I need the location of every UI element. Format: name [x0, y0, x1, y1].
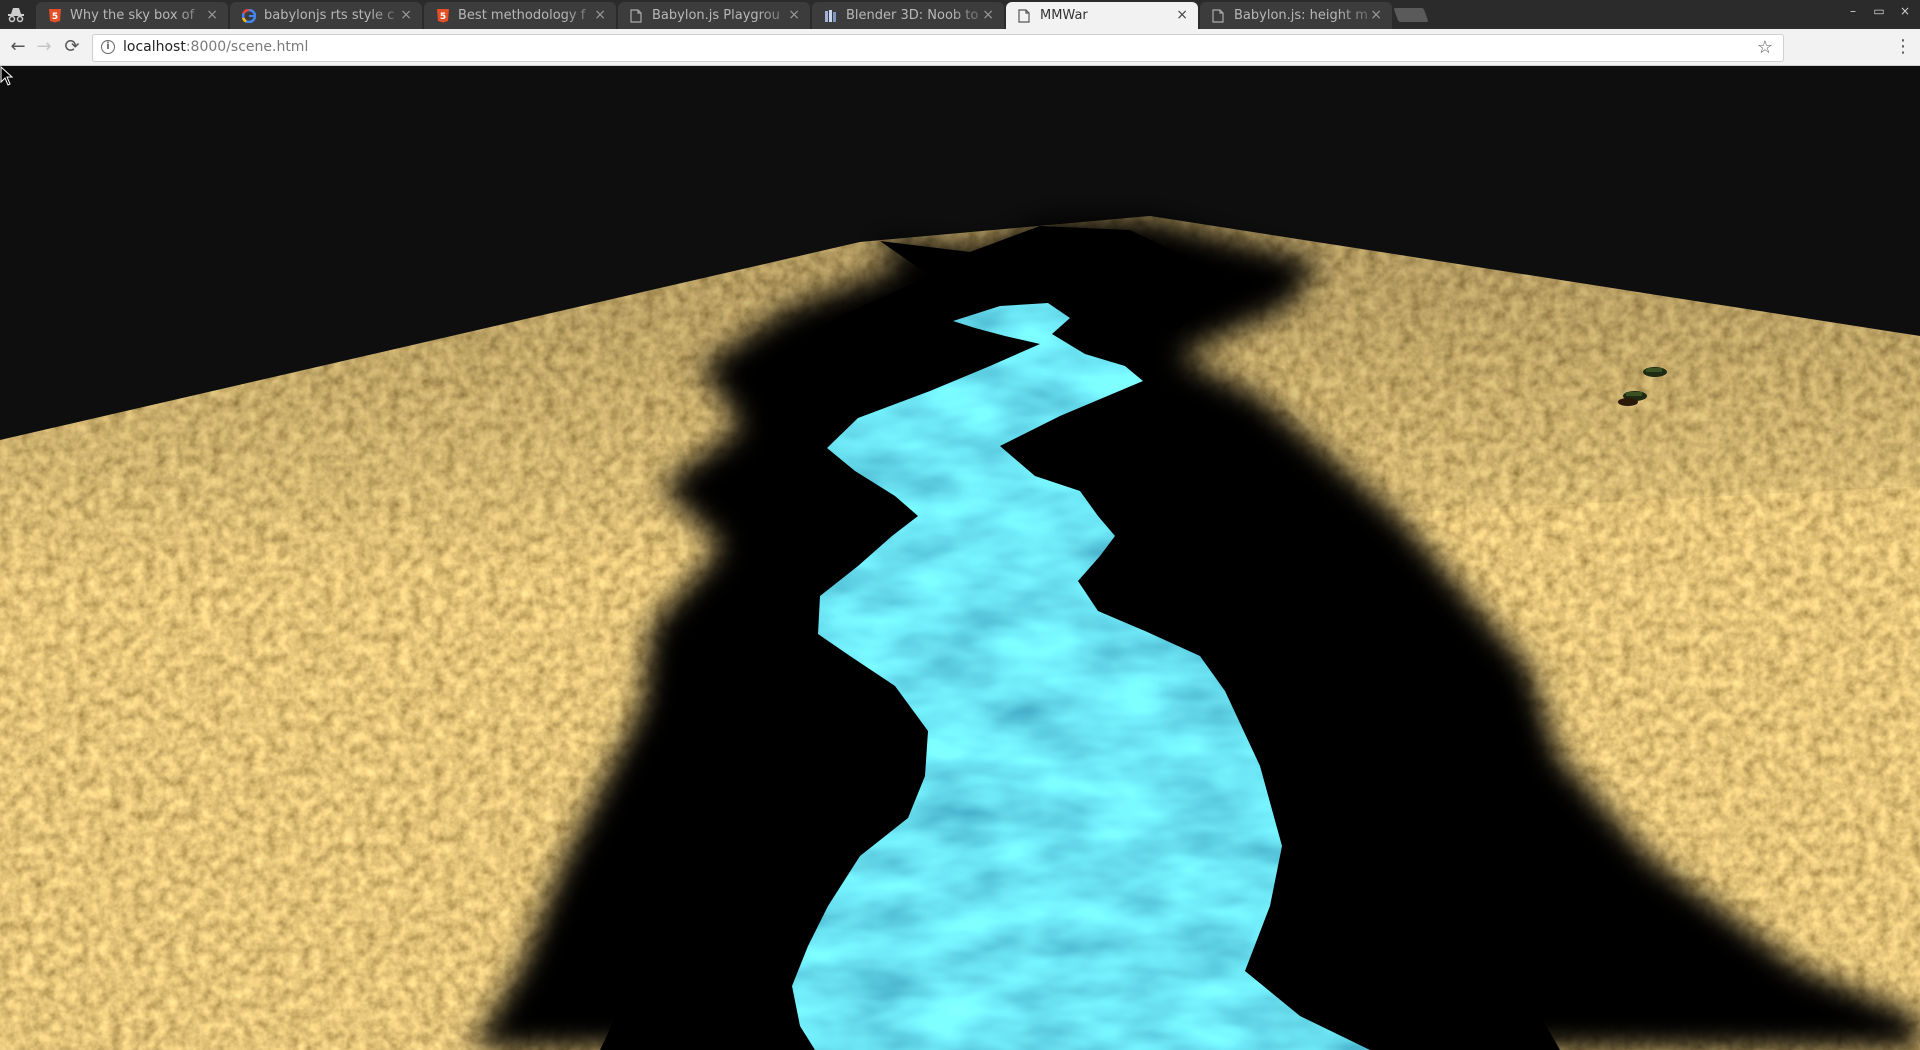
tab-title: Blender 3D: Noob to — [846, 8, 979, 23]
tab-title: Babylon.js Playgrou — [652, 8, 780, 23]
incognito-icon — [8, 8, 24, 23]
browser-tab[interactable]: Babylon.js Playgrou × — [618, 2, 810, 29]
google-icon — [241, 8, 257, 24]
terrain-scene — [0, 216, 1920, 1050]
address-bar[interactable]: i localhost:8000/scene.html ☆ — [92, 34, 1784, 62]
page-icon — [1018, 8, 1032, 23]
tab-title: Best methodology f — [458, 8, 586, 23]
tab-close-icon[interactable]: × — [1370, 7, 1382, 23]
tab-title: MMWar — [1040, 8, 1088, 23]
minimize-button[interactable]: – — [1844, 4, 1862, 18]
tab-title: babylonjs rts style c — [264, 8, 395, 23]
browser-tab[interactable]: babylonjs rts style c × — [230, 2, 422, 29]
page-icon — [1212, 8, 1226, 23]
tab-title: Babylon.js: height m — [1234, 8, 1368, 23]
star-icon[interactable]: ☆ — [1757, 37, 1773, 58]
html5-icon: 5 — [436, 8, 450, 23]
info-icon[interactable]: i — [101, 40, 115, 54]
url-path: :8000/scene.html — [185, 39, 309, 55]
forward-arrow-icon[interactable]: → — [34, 37, 54, 57]
svg-text:5: 5 — [52, 12, 58, 22]
svg-text:5: 5 — [440, 12, 446, 22]
back-arrow-icon[interactable]: ← — [8, 37, 28, 57]
kebab-menu-icon[interactable]: ⋮ — [1893, 37, 1913, 57]
address-url[interactable]: localhost:8000/scene.html — [123, 39, 308, 55]
html5-icon: 5 — [48, 8, 62, 23]
scene-canvas[interactable] — [0, 66, 1920, 1050]
tab-close-icon[interactable]: × — [206, 7, 218, 23]
browser-tab[interactable]: MMWar × — [1006, 2, 1198, 29]
tab-close-icon[interactable]: × — [400, 7, 412, 23]
browser-toolbar: ← → ⟳ i localhost:8000/scene.html ☆ ⋮ — [0, 29, 1920, 66]
browser-tab[interactable]: Babylon.js: height m × — [1200, 2, 1392, 29]
browser-tab[interactable]: 5 Why the sky box of × — [36, 2, 228, 29]
tab-strip: 5 Why the sky box of × babylonjs rts style … — [0, 0, 1920, 29]
browser-tab[interactable]: 5 Best methodology f × — [424, 2, 616, 29]
url-host: localhost — [123, 39, 186, 55]
mouse-cursor-icon — [0, 66, 14, 86]
tab-close-icon[interactable]: × — [788, 7, 800, 23]
wikibooks-icon — [824, 8, 838, 23]
tab-close-icon[interactable]: × — [594, 7, 606, 23]
restore-button[interactable]: ▭ — [1870, 4, 1888, 18]
window-close-button[interactable]: × — [1896, 4, 1914, 18]
tab-title: Why the sky box of — [70, 8, 195, 23]
tab-close-icon[interactable]: × — [1176, 7, 1188, 23]
page-icon — [630, 8, 644, 23]
tab-close-icon[interactable]: × — [982, 7, 994, 23]
reload-icon[interactable]: ⟳ — [62, 37, 82, 57]
new-tab-button[interactable] — [1393, 8, 1429, 22]
browser-tab[interactable]: Blender 3D: Noob to × — [812, 2, 1004, 29]
